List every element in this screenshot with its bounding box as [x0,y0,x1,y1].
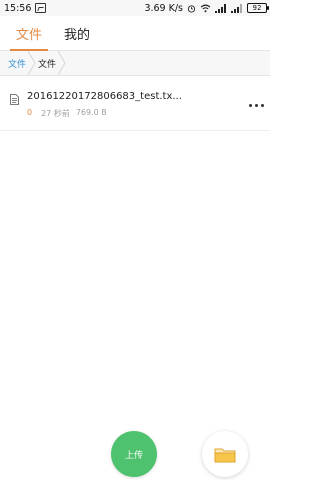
breadcrumb: 文件 文件 [0,51,270,76]
breadcrumb-end-chevron-icon [57,51,66,75]
breadcrumb-root[interactable]: 文件 [0,51,26,75]
more-dot-icon [254,103,258,107]
battery-icon: 92 [247,3,269,13]
file-count: 0 [27,108,33,117]
status-time: 15:56 [4,2,32,14]
more-dot-icon [260,103,264,107]
breadcrumb-root-label: 文件 [8,59,27,70]
tab-mine[interactable]: 我的 [58,16,96,50]
file-time: 27 秒前 [41,109,70,118]
alarm-icon [187,4,196,13]
top-tabs: 文件 我的 [0,16,270,51]
network-speed: 3.69 K/s [144,2,183,14]
upload-label: 上传 [124,450,143,461]
more-options-button[interactable] [246,98,266,112]
list-item[interactable]: 20161220172806683_test.tx... 0 27 秒前 769… [0,86,270,131]
battery-level: 92 [252,4,262,12]
upload-button[interactable]: 上传 [111,431,157,477]
breadcrumb-current-label: 文件 [38,59,57,70]
file-name: 20161220172806683_test.tx... [27,91,182,102]
breadcrumb-chevron-icon [27,51,36,75]
tab-mine-label: 我的 [63,27,90,43]
file-meta: 0 27 秒前 769.0 B [27,108,107,119]
signal-icon-2 [231,3,242,13]
text-file-icon [10,94,19,105]
wifi-icon [200,4,211,12]
more-dot-icon [248,103,252,107]
folder-icon [214,448,236,462]
tab-files-label: 文件 [15,27,42,43]
signal-icon [215,3,226,13]
breadcrumb-current: 文件 [36,51,56,75]
file-size: 769.0 B [75,108,107,117]
tab-files[interactable]: 文件 [6,16,52,51]
status-bar: 15:56 3.69 K/s 92 [0,0,270,16]
gallery-notification-icon [35,3,47,13]
app-screen: 15:56 3.69 K/s 92 文件 我的 文件 文件 2016122017… [0,0,270,480]
new-folder-button[interactable] [202,431,248,477]
